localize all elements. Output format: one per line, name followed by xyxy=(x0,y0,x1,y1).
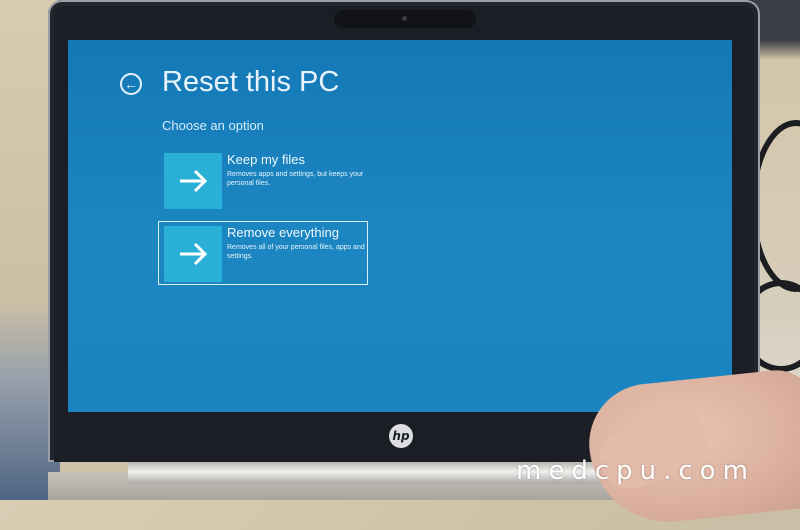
option-remove-everything[interactable]: Remove everything Removes all of your pe… xyxy=(158,221,368,285)
hp-logo-icon: hp xyxy=(389,424,413,448)
option-tile xyxy=(164,153,222,209)
arrow-right-icon xyxy=(180,169,208,193)
option-title: Keep my files xyxy=(227,152,306,167)
page-subtitle: Choose an option xyxy=(162,118,264,133)
webcam-lens-icon xyxy=(402,16,407,21)
webcam-bar xyxy=(334,10,476,28)
reset-pc-screen: ← Reset this PC Choose an option Keep my… xyxy=(68,40,732,412)
back-button[interactable]: ← xyxy=(120,73,142,95)
page-title: Reset this PC xyxy=(162,66,340,98)
option-description: Removes apps and settings, but keeps you… xyxy=(227,171,364,187)
watermark: medcpu.com xyxy=(516,456,755,486)
back-arrow-icon: ← xyxy=(124,76,138,92)
arrow-right-icon xyxy=(180,242,208,266)
option-tile xyxy=(164,226,222,282)
option-keep-my-files[interactable]: Keep my files Removes apps and settings,… xyxy=(159,149,367,211)
option-title: Remove everything xyxy=(227,225,339,240)
option-description: Removes all of your personal files, apps… xyxy=(227,244,365,260)
